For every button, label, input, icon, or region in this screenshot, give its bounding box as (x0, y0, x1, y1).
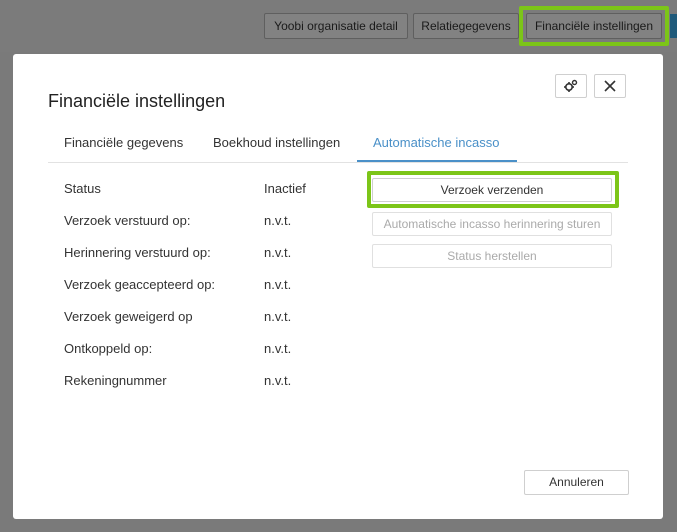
cancel-button[interactable]: Annuleren (524, 470, 629, 495)
close-icon (604, 80, 616, 92)
highlight-financial-settings (519, 6, 669, 46)
restore-status-button[interactable]: Status herstellen (372, 244, 612, 268)
account-number-value: n.v.t. (264, 373, 292, 388)
request-accepted-value: n.v.t. (264, 277, 292, 292)
tab-financial-data[interactable]: Financiële gegevens (48, 124, 199, 162)
financial-settings-dialog: Financiële instellingen Financiële gegev… (13, 54, 663, 519)
request-sent-label: Verzoek verstuurd op: (64, 213, 191, 228)
relation-data-button[interactable]: Relatiegegevens (413, 13, 519, 39)
status-label: Status (64, 181, 101, 196)
reminder-sent-value: n.v.t. (264, 245, 292, 260)
send-reminder-button[interactable]: Automatische incasso herinnering sturen (372, 212, 612, 236)
status-value: Inactief (264, 181, 306, 196)
request-rejected-label: Verzoek geweigerd op (64, 309, 193, 324)
dialog-title: Financiële instellingen (48, 91, 226, 111)
disconnected-value: n.v.t. (264, 341, 292, 356)
gears-icon (564, 79, 578, 92)
close-button[interactable] (594, 74, 626, 98)
settings-button[interactable] (555, 74, 587, 98)
reminder-sent-label: Herinnering verstuurd op: (64, 245, 211, 260)
organisation-detail-button[interactable]: Yoobi organisatie detail (264, 13, 408, 39)
highlight-send-request (367, 171, 619, 208)
toolbar-edge-button[interactable] (670, 14, 677, 38)
account-number-label: Rekeningnummer (64, 373, 167, 388)
request-sent-value: n.v.t. (264, 213, 292, 228)
disconnected-label: Ontkoppeld op: (64, 341, 153, 356)
request-rejected-value: n.v.t. (264, 309, 292, 324)
tab-bar: Financiële gegevens Boekhoud instellinge… (48, 124, 628, 163)
top-toolbar: Yoobi organisatie detail Relatiegegevens… (0, 0, 677, 52)
tab-direct-debit[interactable]: Automatische incasso (357, 124, 517, 162)
tab-accounting-settings[interactable]: Boekhoud instellingen (197, 124, 356, 162)
request-accepted-label: Verzoek geaccepteerd op: (64, 277, 216, 292)
